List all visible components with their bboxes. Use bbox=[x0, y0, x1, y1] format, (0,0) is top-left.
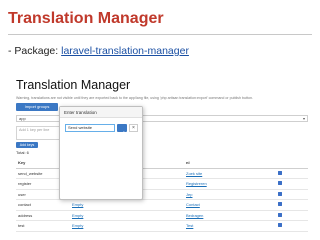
add-keys-button[interactable]: Add keys bbox=[16, 142, 38, 148]
row-en-value[interactable]: Empty bbox=[72, 221, 132, 230]
table-row: address Empty Bedragen bbox=[16, 211, 308, 221]
app-screenshot: Translation Manager Warning, translation… bbox=[12, 76, 312, 234]
group-select-value: app bbox=[19, 116, 26, 121]
edit-icon[interactable] bbox=[278, 212, 282, 217]
info-text: Warning, translations are not visible un… bbox=[16, 96, 253, 100]
package-prefix: - Package: bbox=[8, 45, 62, 57]
chevron-down-icon: ▾ bbox=[302, 116, 305, 121]
row-en-value[interactable]: Empty bbox=[72, 200, 132, 209]
package-line: - Package: laravel-translation-manager bbox=[8, 45, 189, 57]
confirm-button[interactable] bbox=[117, 124, 127, 136]
cancel-button[interactable]: × bbox=[129, 124, 138, 132]
row-key: contact bbox=[18, 202, 31, 207]
total-count: Total: 6 bbox=[16, 150, 29, 155]
row-nl-value[interactable]: Contact bbox=[186, 200, 246, 209]
edit-icon[interactable] bbox=[278, 181, 282, 185]
row-en-value[interactable]: Empty bbox=[72, 211, 132, 220]
row-nl-value[interactable]: Bedragen bbox=[186, 211, 246, 220]
import-groups-button[interactable]: Import groups bbox=[16, 103, 58, 111]
translation-input[interactable]: Send website bbox=[65, 124, 115, 132]
row-nl-value[interactable]: Zoek site bbox=[186, 169, 246, 178]
row-key: address bbox=[18, 212, 33, 218]
package-link[interactable]: laravel-translation-manager bbox=[61, 45, 189, 57]
row-key: test bbox=[18, 223, 25, 228]
row-nl-value[interactable]: Registreren bbox=[186, 179, 246, 188]
check-icon bbox=[119, 131, 125, 136]
edit-icon[interactable] bbox=[278, 202, 282, 206]
app-title: Translation Manager bbox=[16, 78, 131, 92]
edit-translation-popover: Enter translation Send website × bbox=[59, 106, 143, 200]
header-nl: nl bbox=[186, 160, 190, 165]
popover-title: Enter translation bbox=[60, 107, 142, 118]
edit-icon[interactable] bbox=[278, 223, 282, 227]
table-row: contact Empty Contact bbox=[16, 200, 308, 211]
slide-title: Translation Manager bbox=[8, 10, 164, 27]
close-icon: × bbox=[132, 125, 135, 131]
edit-icon[interactable] bbox=[278, 170, 282, 175]
row-nl-value[interactable]: Test bbox=[186, 221, 246, 230]
edit-icon[interactable] bbox=[278, 191, 282, 196]
row-nl-value[interactable]: Jep bbox=[186, 190, 246, 199]
table-row: test Empty Test bbox=[16, 221, 308, 232]
title-divider bbox=[8, 34, 312, 35]
